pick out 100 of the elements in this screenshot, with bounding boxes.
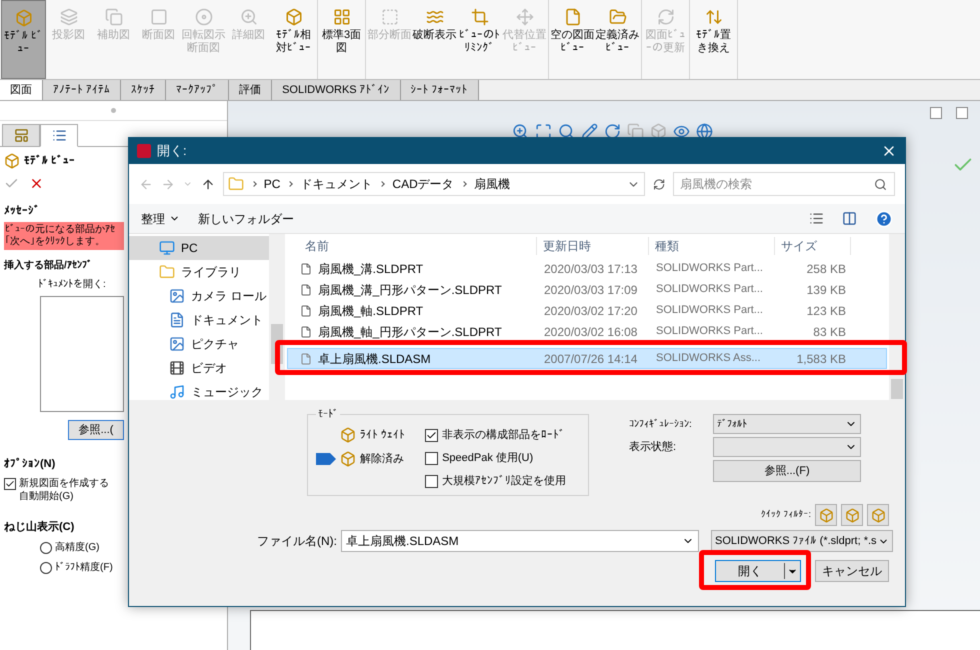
file-type: SOLIDWORKS Part...: [656, 303, 763, 318]
mode-option[interactable]: 解除済み: [316, 449, 406, 469]
file-type: SOLIDWORKS Part...: [656, 282, 763, 298]
search-field[interactable]: 扇風機の検索: [673, 172, 895, 196]
crop-icon: [470, 8, 488, 26]
file-date: 2007/07/26 14:14: [544, 350, 638, 368]
new-folder-button[interactable]: 新しいフォルダー: [198, 210, 294, 228]
nav-item[interactable]: ミュージック: [129, 380, 269, 404]
file-row[interactable]: 扇風機_溝_円形パターン.SLDPRT 2020/03/03 17:09 SOLIDWORKS Part... 139 KB: [287, 279, 887, 300]
copy-icon: [104, 8, 122, 26]
column-header[interactable]: 名前: [287, 237, 537, 255]
checkbox[interactable]: [425, 474, 438, 488]
file-size: 1,583 KB: [796, 350, 847, 368]
checkbox-label: 新規図面を作成する: [19, 476, 109, 490]
configuration-dropdown[interactable]: ﾃﾞﾌｫﾙﾄ: [713, 414, 861, 434]
ribbon-button[interactable]: ﾓﾃﾞﾙ置き換え: [691, 0, 736, 79]
globe-icon[interactable]: [696, 123, 713, 140]
path-segment[interactable]: PC: [264, 175, 280, 193]
field-label: ﾄﾞｷｭﾒﾝﾄを開く:: [38, 278, 107, 292]
browse-button[interactable]: 参照...(: [68, 420, 124, 440]
column-header[interactable]: 種類: [649, 237, 775, 255]
ribbon-button[interactable]: ﾓﾃﾞﾙ相対ﾋﾞｭｰ: [271, 0, 316, 79]
scroll-left-icon[interactable]: [930, 107, 942, 119]
open-button[interactable]: 開く: [715, 560, 801, 582]
ribbon-tab[interactable]: 図面: [0, 80, 43, 100]
square-icon: [150, 8, 168, 26]
checkbox-label: 非表示の構成部品をﾛｰﾄﾞ: [442, 428, 566, 443]
file-row[interactable]: 扇風機_溝.SLDPRT 2020/03/03 17:13 SOLIDWORKS Part... 258 KB: [287, 258, 887, 279]
file-size: 258 KB: [806, 260, 847, 278]
nav-item[interactable]: PC: [129, 236, 269, 260]
browse-button[interactable]: 参照...(F): [713, 460, 861, 482]
address-bar[interactable]: PC ドキュメント CADデータ 扇風機: [222, 172, 645, 196]
picture-icon: [169, 336, 185, 352]
rotate-icon[interactable]: [604, 123, 621, 140]
mode-option[interactable]: ﾗｲﾄ ｳｪｲﾄ: [316, 425, 406, 445]
nav-item[interactable]: ドキュメント: [129, 308, 269, 332]
filename-field[interactable]: 卓上扇風機.SLDASM: [341, 530, 699, 552]
cube-icon: [14, 9, 32, 27]
panel-tab[interactable]: [2, 124, 40, 147]
zoom-icon: [240, 8, 258, 26]
file-type-dropdown[interactable]: SOLIDWORKS ﾌｧｲﾙ (*.sldprt; *.s: [711, 530, 893, 552]
column-header[interactable]: サイズ: [775, 237, 851, 255]
ribbon-button[interactable]: 定義済みﾋﾞｭｰ: [595, 0, 640, 79]
path-segment[interactable]: ドキュメント: [300, 175, 372, 193]
checkbox[interactable]: [425, 452, 438, 464]
organize-button[interactable]: 整理: [141, 210, 180, 228]
radio-button[interactable]: [40, 542, 52, 554]
path-segment[interactable]: 扇風機: [474, 175, 510, 193]
checkbox[interactable]: [4, 478, 16, 490]
field-label: 表示状態:: [629, 440, 678, 455]
refresh-icon[interactable]: [652, 178, 665, 190]
nav-item[interactable]: ビデオ: [129, 356, 269, 380]
ribbon-button[interactable]: ﾓﾃﾞﾙ ﾋﾞｭｰ: [1, 0, 46, 79]
file-row[interactable]: 扇風機_軸.SLDPRT 2020/03/02 17:20 SOLIDWORKS Part... 123 KB: [287, 300, 887, 321]
ribbon-tab[interactable]: ｽｹｯﾁ: [121, 80, 166, 100]
pencil-icon[interactable]: [581, 123, 598, 140]
document-list[interactable]: [40, 296, 124, 412]
ribbon-button[interactable]: 標準3面図: [319, 0, 364, 79]
view-options-icon[interactable]: [809, 211, 824, 226]
radio-label: ﾄﾞﾗﾌﾄ精度(F): [55, 560, 113, 575]
nav-item[interactable]: ライブラリ: [129, 260, 269, 284]
ribbon-tab[interactable]: ﾏｰｸｱｯﾌﾟ: [166, 80, 230, 100]
scrollbar[interactable]: [269, 234, 285, 400]
list-icon: [52, 128, 66, 143]
file-name: 卓上扇風機.SLDASM: [318, 350, 431, 368]
checkbox[interactable]: [425, 428, 438, 442]
file-icon: [300, 304, 312, 316]
scrollbar[interactable]: [889, 234, 905, 400]
panel-tab[interactable]: [40, 124, 78, 147]
file-row[interactable]: 扇風機_軸_円形パターン.SLDPRT 2020/03/02 16:08 SOLIDWORKS Part... 83 KB: [287, 321, 887, 342]
ribbon-tab[interactable]: 評価: [229, 80, 272, 100]
cube-icon: [284, 8, 302, 26]
radio-button[interactable]: [40, 562, 52, 574]
eye-icon[interactable]: [673, 123, 690, 140]
file-row[interactable]: 卓上扇風機.SLDASM 2007/07/26 14:14 SOLIDWORKS Ass... 1,583 KB: [287, 348, 887, 369]
help-icon[interactable]: [875, 210, 893, 228]
file-icon: [300, 352, 312, 364]
ribbon-tab[interactable]: SOLIDWORKS ｱﾄﾞｲﾝ: [272, 80, 401, 100]
ribbon-button[interactable]: 破断表示: [412, 0, 457, 79]
zoom-icon[interactable]: [512, 123, 529, 140]
file-size: 123 KB: [806, 302, 847, 320]
ribbon-button[interactable]: ﾋﾞｭｰのﾄﾘﾐﾝｸﾞ: [457, 0, 502, 79]
checkbox-label: 大規模ｱｾﾝﾌﾞﾘ設定を使用: [442, 474, 566, 489]
cancel-button[interactable]: キャンセル: [815, 560, 889, 582]
path-segment[interactable]: CADデータ: [392, 175, 454, 193]
chevron-icon: [288, 181, 294, 187]
scroll-right-icon[interactable]: [956, 107, 968, 119]
ribbon-button[interactable]: 空の図面ﾋﾞｭｰ: [550, 0, 595, 79]
folder-icon: [228, 176, 244, 192]
preview-pane-icon[interactable]: [842, 211, 857, 226]
nav-item[interactable]: カメラ ロール: [129, 284, 269, 308]
folder-icon: [159, 264, 175, 280]
cube-icon: [870, 508, 886, 522]
grid-icon: [332, 8, 350, 26]
nav-item[interactable]: ピクチャ: [129, 332, 269, 356]
ribbon-tab[interactable]: ｱﾉﾃｰﾄ ｱｲﾃﾑ: [43, 80, 122, 100]
ribbon-tab[interactable]: ｼｰﾄ ﾌｫｰﾏｯﾄ: [400, 80, 479, 100]
search-icon[interactable]: [558, 123, 575, 140]
cube-icon[interactable]: [650, 123, 667, 140]
column-header[interactable]: 更新日時: [537, 237, 649, 255]
